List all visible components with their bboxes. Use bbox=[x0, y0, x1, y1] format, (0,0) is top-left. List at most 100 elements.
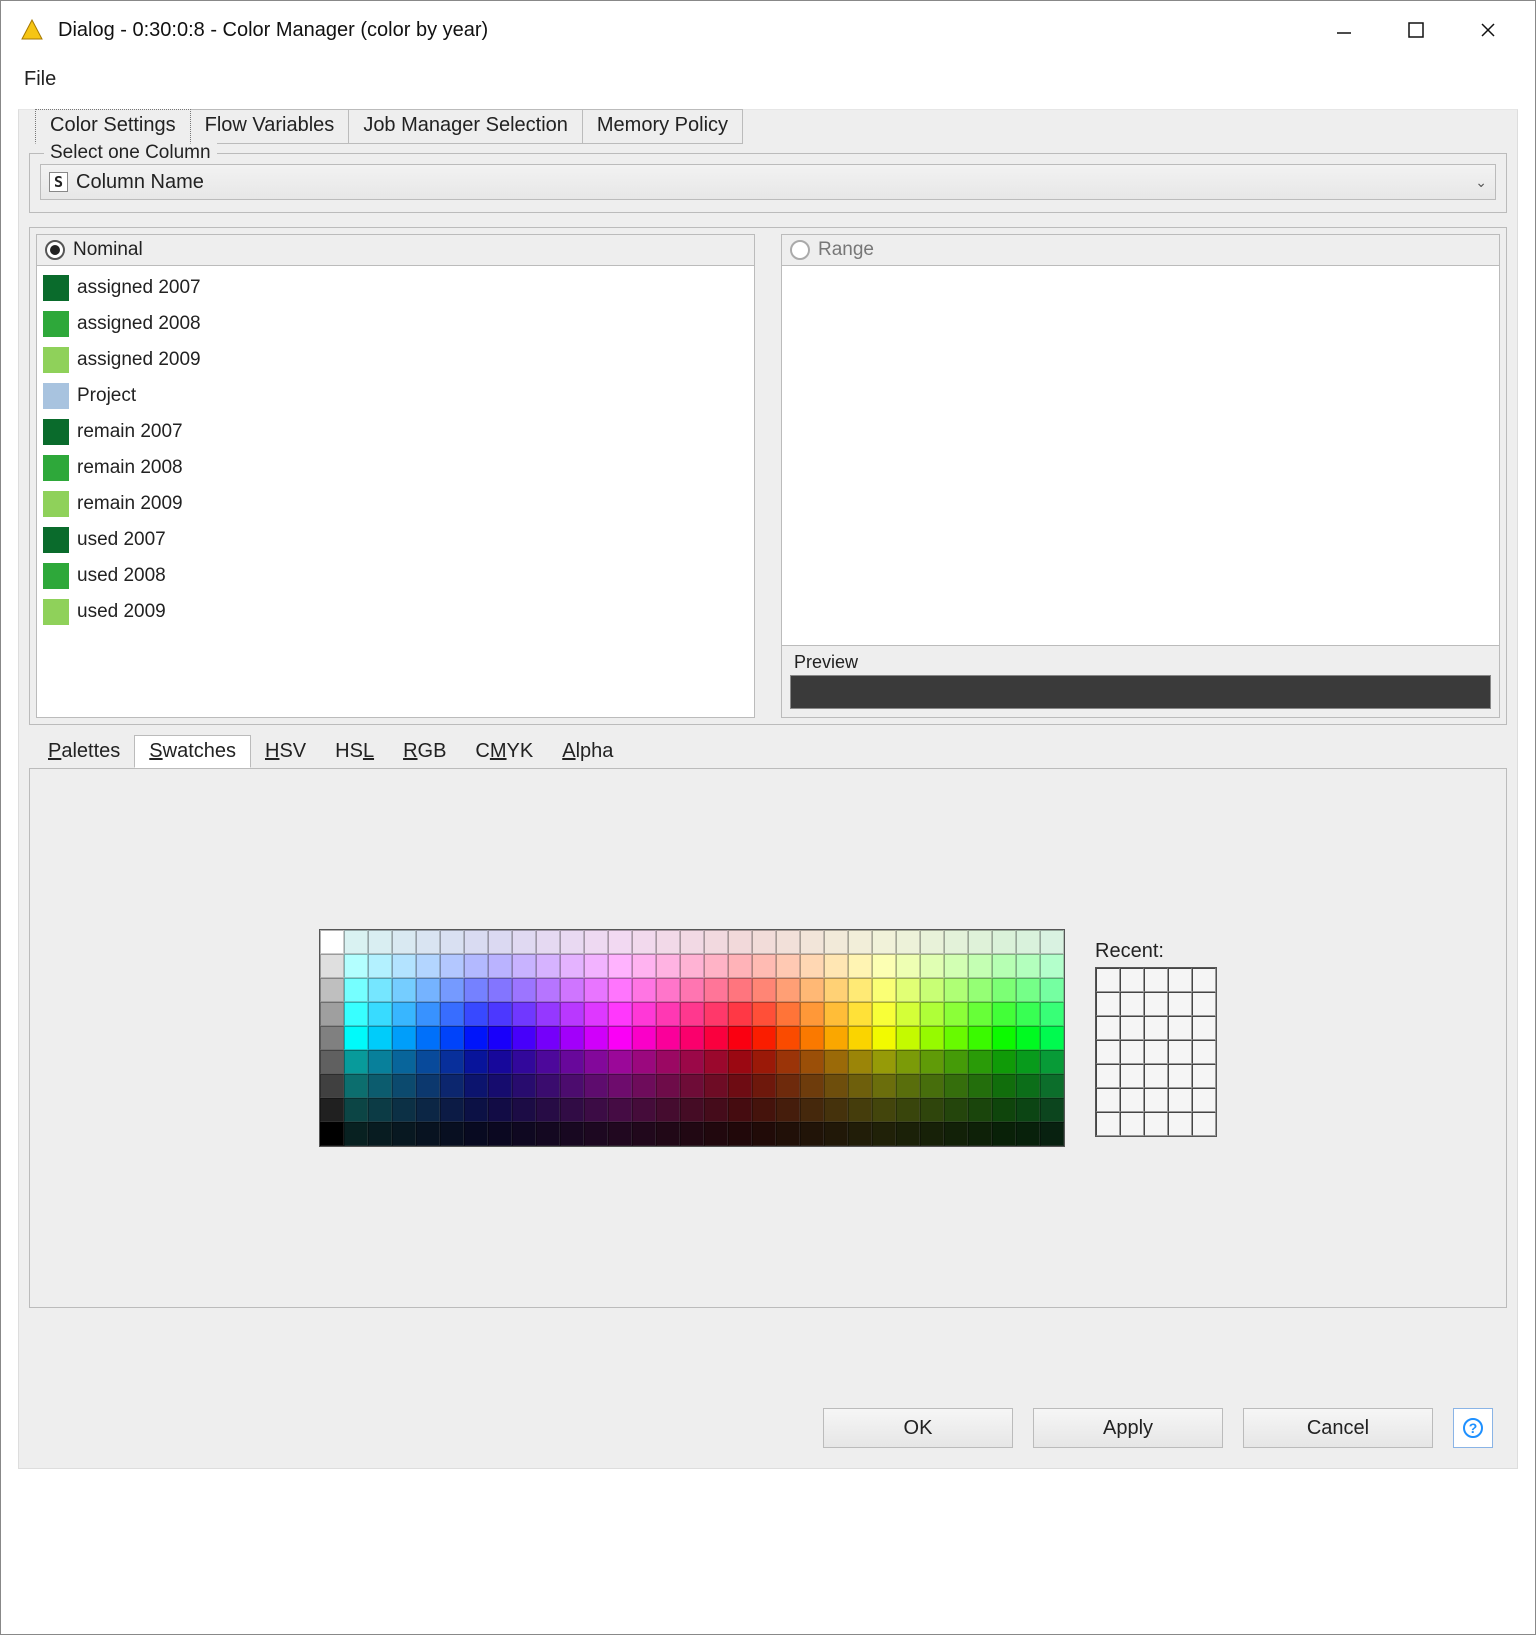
swatch-cell[interactable] bbox=[392, 930, 416, 954]
cc-tab-hsl[interactable]: HSL bbox=[320, 735, 389, 768]
swatch-cell[interactable] bbox=[776, 1050, 800, 1074]
swatch-cell[interactable] bbox=[728, 978, 752, 1002]
swatch-cell[interactable] bbox=[944, 1098, 968, 1122]
swatch-cell[interactable] bbox=[416, 1002, 440, 1026]
recent-swatch-cell[interactable] bbox=[1144, 1016, 1168, 1040]
swatch-cell[interactable] bbox=[704, 930, 728, 954]
swatch-cell[interactable] bbox=[632, 954, 656, 978]
swatch-cell[interactable] bbox=[512, 1122, 536, 1146]
swatch-cell[interactable] bbox=[896, 954, 920, 978]
swatch-cell[interactable] bbox=[1040, 1050, 1064, 1074]
swatch-cell[interactable] bbox=[776, 1122, 800, 1146]
swatch-cell[interactable] bbox=[464, 978, 488, 1002]
swatch-cell[interactable] bbox=[608, 1002, 632, 1026]
swatch-cell[interactable] bbox=[368, 1050, 392, 1074]
swatch-cell[interactable] bbox=[464, 954, 488, 978]
swatch-cell[interactable] bbox=[584, 930, 608, 954]
swatch-cell[interactable] bbox=[416, 930, 440, 954]
swatch-cell[interactable] bbox=[1016, 954, 1040, 978]
swatch-grid[interactable] bbox=[319, 929, 1065, 1147]
swatch-cell[interactable] bbox=[488, 1002, 512, 1026]
swatch-cell[interactable] bbox=[704, 1074, 728, 1098]
swatch-cell[interactable] bbox=[704, 1002, 728, 1026]
swatch-cell[interactable] bbox=[488, 1050, 512, 1074]
recent-swatch-cell[interactable] bbox=[1168, 1016, 1192, 1040]
recent-swatch-cell[interactable] bbox=[1096, 1112, 1120, 1136]
swatch-cell[interactable] bbox=[392, 1050, 416, 1074]
swatch-cell[interactable] bbox=[800, 1026, 824, 1050]
recent-swatch-cell[interactable] bbox=[1096, 968, 1120, 992]
swatch-cell[interactable] bbox=[896, 1122, 920, 1146]
swatch-cell[interactable] bbox=[392, 954, 416, 978]
swatch-cell[interactable] bbox=[392, 1122, 416, 1146]
minimize-button[interactable] bbox=[1308, 6, 1380, 54]
swatch-cell[interactable] bbox=[680, 930, 704, 954]
swatch-cell[interactable] bbox=[680, 978, 704, 1002]
swatch-cell[interactable] bbox=[416, 978, 440, 1002]
swatch-cell[interactable] bbox=[536, 930, 560, 954]
swatch-cell[interactable] bbox=[392, 1002, 416, 1026]
recent-swatch-cell[interactable] bbox=[1120, 1016, 1144, 1040]
recent-swatch-cell[interactable] bbox=[1192, 992, 1216, 1016]
swatch-cell[interactable] bbox=[752, 1050, 776, 1074]
swatch-cell[interactable] bbox=[968, 978, 992, 1002]
swatch-cell[interactable] bbox=[344, 954, 368, 978]
swatch-cell[interactable] bbox=[728, 930, 752, 954]
swatch-cell[interactable] bbox=[920, 930, 944, 954]
swatch-cell[interactable] bbox=[440, 930, 464, 954]
swatch-cell[interactable] bbox=[560, 1026, 584, 1050]
nominal-list[interactable]: assigned 2007assigned 2008assigned 2009P… bbox=[37, 265, 754, 717]
swatch-cell[interactable] bbox=[920, 978, 944, 1002]
swatch-cell[interactable] bbox=[536, 1122, 560, 1146]
recent-swatch-cell[interactable] bbox=[1120, 968, 1144, 992]
swatch-cell[interactable] bbox=[1040, 1098, 1064, 1122]
swatch-cell[interactable] bbox=[320, 930, 344, 954]
recent-swatch-cell[interactable] bbox=[1096, 1040, 1120, 1064]
swatch-cell[interactable] bbox=[1016, 1122, 1040, 1146]
swatch-cell[interactable] bbox=[608, 1050, 632, 1074]
swatch-cell[interactable] bbox=[992, 1002, 1016, 1026]
swatch-cell[interactable] bbox=[920, 1050, 944, 1074]
swatch-cell[interactable] bbox=[632, 930, 656, 954]
swatch-cell[interactable] bbox=[728, 1098, 752, 1122]
swatch-cell[interactable] bbox=[368, 954, 392, 978]
swatch-cell[interactable] bbox=[944, 954, 968, 978]
swatch-cell[interactable] bbox=[896, 1050, 920, 1074]
swatch-cell[interactable] bbox=[824, 1050, 848, 1074]
swatch-cell[interactable] bbox=[320, 1074, 344, 1098]
recent-grid[interactable] bbox=[1095, 967, 1217, 1137]
swatch-cell[interactable] bbox=[680, 1050, 704, 1074]
recent-swatch-cell[interactable] bbox=[1144, 1088, 1168, 1112]
swatch-cell[interactable] bbox=[632, 1026, 656, 1050]
swatch-cell[interactable] bbox=[776, 954, 800, 978]
swatch-cell[interactable] bbox=[488, 1098, 512, 1122]
swatch-cell[interactable] bbox=[344, 1074, 368, 1098]
swatch-cell[interactable] bbox=[752, 1074, 776, 1098]
swatch-cell[interactable] bbox=[1040, 1122, 1064, 1146]
swatch-cell[interactable] bbox=[560, 930, 584, 954]
swatch-cell[interactable] bbox=[920, 1026, 944, 1050]
swatch-cell[interactable] bbox=[416, 1026, 440, 1050]
swatch-cell[interactable] bbox=[680, 1026, 704, 1050]
swatch-cell[interactable] bbox=[800, 1074, 824, 1098]
swatch-cell[interactable] bbox=[920, 1002, 944, 1026]
swatch-cell[interactable] bbox=[1016, 978, 1040, 1002]
recent-swatch-cell[interactable] bbox=[1168, 1112, 1192, 1136]
swatch-cell[interactable] bbox=[848, 930, 872, 954]
recent-swatch-cell[interactable] bbox=[1144, 992, 1168, 1016]
recent-swatch-cell[interactable] bbox=[1168, 968, 1192, 992]
swatch-cell[interactable] bbox=[416, 1074, 440, 1098]
swatch-cell[interactable] bbox=[608, 1098, 632, 1122]
swatch-cell[interactable] bbox=[488, 1026, 512, 1050]
swatch-cell[interactable] bbox=[944, 978, 968, 1002]
swatch-cell[interactable] bbox=[848, 1122, 872, 1146]
swatch-cell[interactable] bbox=[632, 978, 656, 1002]
swatch-cell[interactable] bbox=[704, 954, 728, 978]
swatch-cell[interactable] bbox=[656, 1050, 680, 1074]
recent-swatch-cell[interactable] bbox=[1168, 1064, 1192, 1088]
recent-swatch-cell[interactable] bbox=[1144, 1040, 1168, 1064]
swatch-cell[interactable] bbox=[368, 1026, 392, 1050]
swatch-cell[interactable] bbox=[536, 1098, 560, 1122]
cc-tab-cmyk[interactable]: CMYK bbox=[460, 735, 548, 768]
swatch-cell[interactable] bbox=[584, 1026, 608, 1050]
